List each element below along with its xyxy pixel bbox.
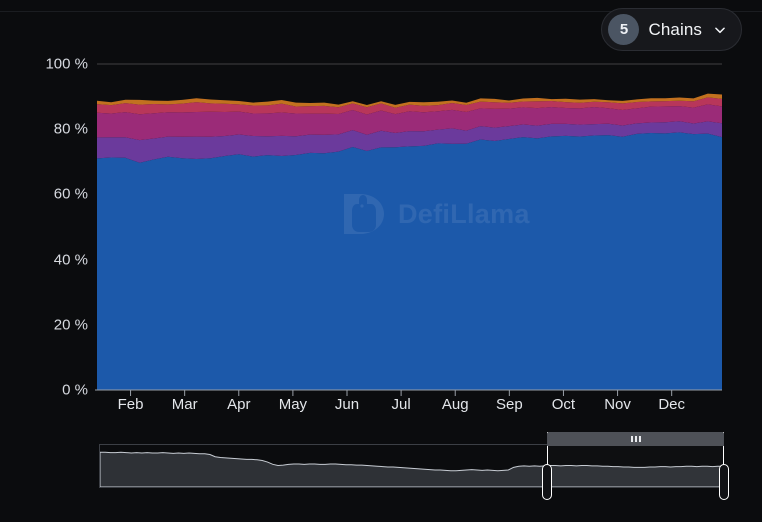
brush-handle-right[interactable] xyxy=(719,464,729,500)
chart-page: 5 Chains 0 %20 %40 %60 %80 %100 % DefiLl… xyxy=(0,0,762,522)
time-range-brush[interactable] xyxy=(99,432,729,500)
y-axis-labels: 0 % 20 % 40 % 60 % 80 % 100 % xyxy=(0,0,88,430)
grip-dots-icon xyxy=(634,436,637,442)
grip-dots-icon xyxy=(638,436,641,442)
x-axis-tick-label: Sep xyxy=(495,396,523,413)
x-axis-tick-label: Nov xyxy=(604,396,631,413)
x-axis-tick-label: May xyxy=(278,396,308,413)
area-series-1 xyxy=(97,132,722,390)
chart-canvas[interactable] xyxy=(0,0,762,430)
x-axis-tick-label: Aug xyxy=(441,396,469,413)
brush-drag-bar[interactable] xyxy=(547,432,724,446)
y-axis-tick-label: 20 % xyxy=(53,316,88,334)
x-axis-labels: Feb Mar Apr May Jun Jul Aug Sep Oct Nov Dec xyxy=(0,396,762,426)
x-axis-tick-label: Apr xyxy=(227,396,251,413)
brush-handle-left[interactable] xyxy=(542,464,553,500)
x-axis-tick-label: Jul xyxy=(391,396,411,413)
x-axis-tick-label: Oct xyxy=(551,396,576,413)
x-axis-tick-label: Mar xyxy=(171,396,198,413)
grip-dots-icon xyxy=(630,436,633,442)
brush-selection[interactable] xyxy=(547,432,724,488)
stacked-area-chart[interactable]: 0 %20 %40 %60 %80 %100 % DefiLlama FebMa… xyxy=(0,0,762,430)
y-axis-tick-label: 40 % xyxy=(53,251,88,269)
y-axis-tick-label: 60 % xyxy=(53,185,88,203)
y-axis-tick-label: 80 % xyxy=(53,120,88,138)
x-axis-tick-label: Jun xyxy=(334,396,360,413)
x-axis-tick-label: Feb xyxy=(117,396,144,413)
x-axis-tick-label: Dec xyxy=(658,396,686,413)
y-axis-tick-label: 100 % xyxy=(45,55,88,73)
